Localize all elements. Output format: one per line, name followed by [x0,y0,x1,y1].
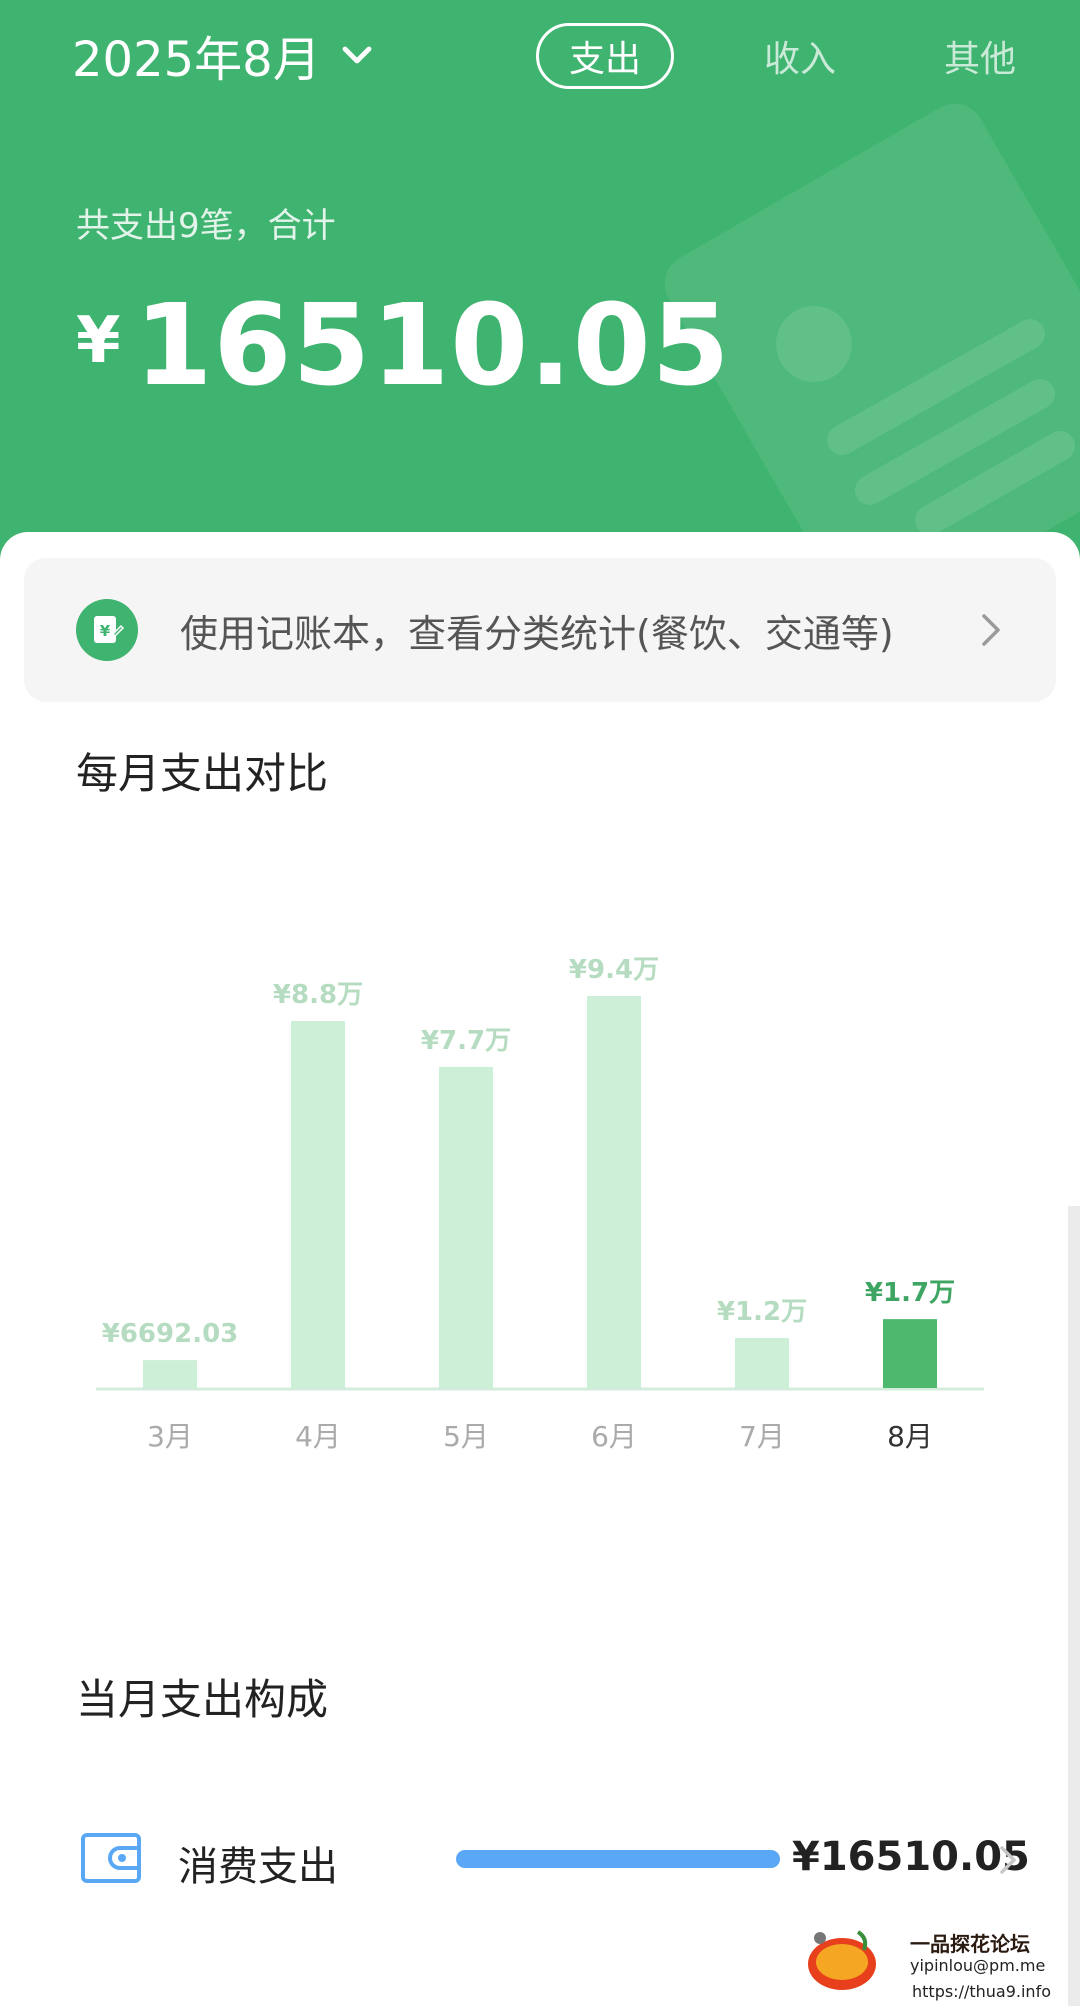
chart-bar-5[interactable] [735,1337,789,1388]
chart-bar-4[interactable] [587,996,641,1388]
yipinlou-logo [808,1930,876,1990]
tab-expense[interactable]: 支出 [536,23,674,89]
chart-tick-label-6: 8月 [887,1420,933,1453]
wallet-icon [81,1833,141,1883]
month-selector-label: 2025年8月 [72,32,321,88]
chart-data-label-3: ¥7.7万 [421,1026,511,1056]
type-tabs: 支出 收入 其他 [536,22,1016,90]
chart-tick-label-2: 4月 [295,1420,341,1453]
watermark-url: https://thua9.info [912,1982,1051,2001]
chart-data-label-4: ¥9.4万 [569,955,659,985]
chevron-right-icon [1000,1846,1016,1874]
category-share-bar [456,1850,780,1868]
category-amount: ¥16510.05 [792,1834,1030,1880]
monthly-expense-chart: ¥6692.03 3月 ¥8.8万 4月 ¥7.7万 5月 ¥9.4万 6月 ¥1.2万 7月 ¥1… [96,955,984,1453]
chart-tick-label-3: 5月 [443,1420,489,1453]
tab-other[interactable]: 其他 [930,23,1030,89]
watermark-title: 一品探花论坛 [910,1932,1030,1956]
summary-header: 2025年8月 支出 收入 其他 共支出9笔，合计 ¥ 16510.05 [0,0,1080,560]
chart-data-label-6: ¥1.7万 [865,1278,955,1308]
chart-data-label-2: ¥8.8万 [273,980,363,1010]
chart-tick-label-4: 6月 [591,1420,637,1453]
chart-tick-label-1: 3月 [147,1420,193,1453]
chevron-right-icon [982,614,1000,646]
chart-data-label-5: ¥1.2万 [717,1297,807,1327]
chart-bar-6[interactable] [883,1319,937,1388]
total-amount-value: 16510.05 [134,281,731,411]
composition-title: 当月支出构成 [76,1675,329,1724]
monthly-chart-title: 每月支出对比 [76,749,329,798]
chart-bar-2[interactable] [291,1021,345,1388]
ledger-notice-banner[interactable]: ¥ 使用记账本，查看分类统计(餐饮、交通等) [24,558,1056,702]
ledger-yuan-icon: ¥ [76,599,138,661]
tab-income[interactable]: 收入 [750,23,850,89]
chart-tick-label-5: 7月 [739,1420,785,1453]
chart-bar-3[interactable] [439,1066,493,1388]
month-selector[interactable]: 2025年8月 [72,24,375,88]
total-amount: ¥ 16510.05 [76,290,731,402]
chart-bar-1[interactable] [143,1360,197,1388]
category-name: 消费支出 [178,1844,338,1890]
svg-text:¥: ¥ [100,622,111,640]
chart-data-label-1: ¥6692.03 [102,1319,239,1349]
currency-symbol: ¥ [76,304,121,378]
watermark: 一品探花论坛 yipinlou@pm.me https://thua9.info [806,1924,1051,2016]
expense-summary: 共支出9笔，合计 [76,206,336,246]
watermark-email: yipinlou@pm.me [910,1956,1046,1975]
chevron-down-icon [342,46,372,64]
list-item[interactable]: 消费支出 ¥16510.05 [0,1812,1080,1908]
notice-text: 使用记账本，查看分类统计(餐饮、交通等) [180,611,894,656]
